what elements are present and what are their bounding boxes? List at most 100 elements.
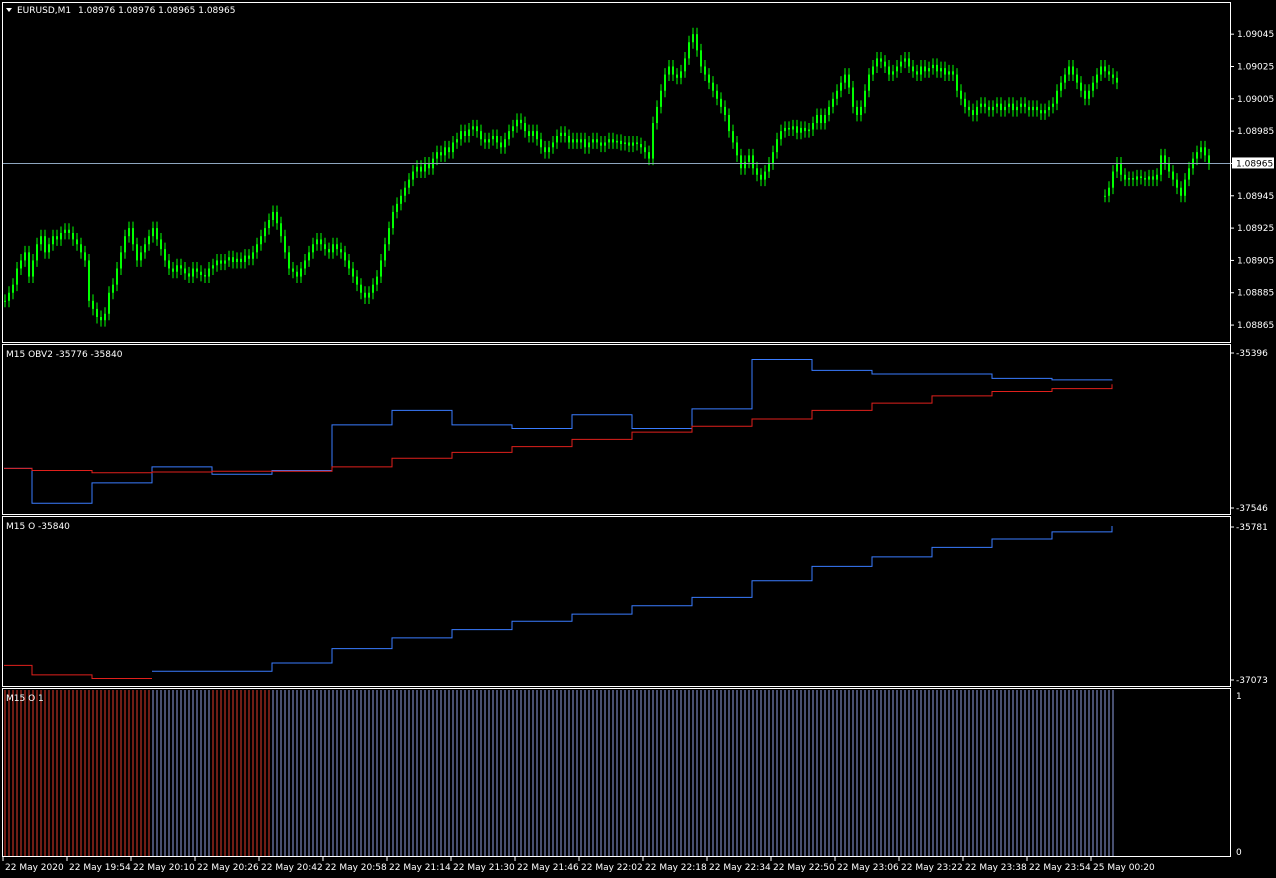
triangle-down-icon[interactable]	[6, 8, 12, 12]
price-tick-label: 1.08985	[1237, 127, 1274, 137]
candle	[212, 265, 214, 269]
candle	[628, 142, 630, 146]
candle	[660, 90, 662, 107]
candle	[908, 58, 910, 67]
candle	[672, 66, 674, 75]
candle	[1120, 163, 1122, 175]
candle	[148, 236, 150, 245]
candle	[708, 74, 710, 83]
candle	[116, 268, 118, 285]
price-tick-label: 1.09005	[1237, 95, 1274, 105]
candle	[224, 260, 226, 264]
candle	[1172, 171, 1174, 180]
candle	[384, 244, 386, 261]
candle	[560, 132, 562, 136]
candle	[1084, 90, 1086, 99]
time-axis[interactable]: 22 May 2020 22 May 19:54 22 May 20:10 22 Ma…	[2, 857, 1155, 873]
candle	[1012, 103, 1014, 111]
symbol-header[interactable]: EURUSD,M1 1.08976 1.08976 1.08965 1.0896…	[6, 6, 235, 16]
indicator-lines	[4, 359, 1113, 679]
candle	[60, 232, 62, 240]
candle	[1116, 163, 1118, 172]
candle	[792, 126, 794, 130]
candle	[1128, 178, 1130, 180]
time-tick-label: 22 May 21:30	[453, 863, 515, 873]
candle	[632, 142, 634, 146]
time-tick-label: 22 May 21:14	[389, 863, 451, 873]
candle	[940, 68, 942, 72]
candle	[576, 139, 578, 143]
candle	[1136, 176, 1138, 180]
candle	[12, 284, 14, 293]
candle	[120, 252, 122, 269]
candle	[1000, 103, 1002, 111]
price-tick-label: 1.09025	[1237, 62, 1274, 72]
candle	[104, 313, 106, 321]
candle	[544, 147, 546, 153]
candle	[620, 140, 622, 145]
candle	[336, 244, 338, 250]
candle	[152, 228, 154, 237]
candle	[1052, 103, 1054, 107]
candle	[320, 239, 322, 245]
candle	[372, 284, 374, 293]
time-tick-label: 22 May 22:02	[581, 863, 643, 873]
candle	[676, 74, 678, 78]
candle	[932, 64, 934, 69]
candle	[232, 257, 234, 263]
candle	[1112, 171, 1114, 188]
candle	[996, 103, 998, 107]
candle	[388, 228, 390, 245]
price-tick-label: 1.09045	[1237, 30, 1274, 40]
candle	[444, 147, 446, 156]
candle	[352, 268, 354, 277]
candle	[596, 139, 598, 143]
candle	[936, 64, 938, 72]
candle	[180, 265, 182, 269]
candle	[780, 131, 782, 140]
time-tick-label: 22 May 21:46	[517, 863, 579, 873]
candle	[132, 228, 134, 245]
candle	[332, 244, 334, 253]
hist-label: M15 O 1	[6, 694, 44, 704]
candle	[364, 292, 366, 298]
candle	[356, 276, 358, 285]
candle	[448, 147, 450, 153]
candle	[292, 268, 294, 272]
candle	[896, 66, 898, 72]
candle	[928, 68, 930, 72]
candle	[396, 203, 398, 212]
price-axis[interactable]: 1.09045 1.09025 1.09005 1.08985 1.08965 1.089…	[1230, 30, 1274, 858]
candle	[948, 71, 950, 75]
candle	[236, 258, 238, 263]
chart-canvas[interactable]: EURUSD,M1 1.08976 1.08976 1.08965 1.0896…	[0, 0, 1276, 878]
time-tick-label: 22 May 22:34	[709, 863, 771, 873]
candle	[392, 211, 394, 229]
candle	[136, 244, 138, 261]
candle	[724, 106, 726, 115]
candle	[56, 236, 58, 240]
candle	[1204, 147, 1206, 156]
candle	[484, 139, 486, 143]
candle	[76, 239, 78, 245]
candle	[1032, 106, 1034, 111]
o-label: M15 O -35840	[6, 522, 70, 532]
obv2-label: M15 OBV2 -35776 -35840	[6, 350, 123, 360]
candle	[108, 292, 110, 314]
candle	[580, 139, 582, 143]
candle	[924, 66, 926, 72]
candle	[28, 252, 30, 277]
candle	[616, 140, 618, 143]
time-tick-label: 22 May 22:18	[645, 863, 707, 873]
candle	[692, 34, 694, 43]
candle	[876, 58, 878, 67]
candle	[744, 161, 746, 169]
candle	[1156, 174, 1158, 180]
candle	[400, 195, 402, 204]
candle	[260, 236, 262, 245]
candle	[1036, 106, 1038, 111]
candle	[520, 119, 522, 124]
candle	[428, 163, 430, 169]
candle	[984, 103, 986, 107]
candle	[72, 232, 74, 240]
